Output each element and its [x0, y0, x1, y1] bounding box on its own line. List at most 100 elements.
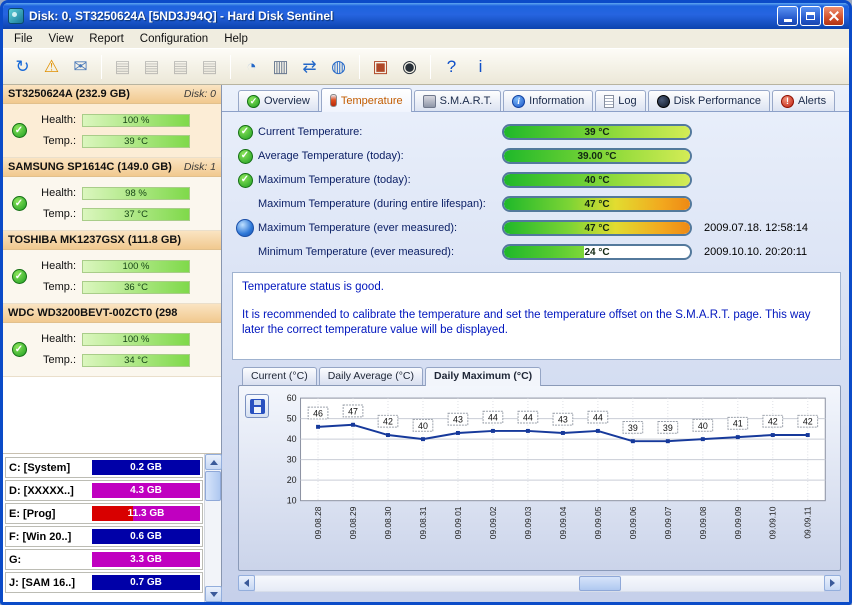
svg-text:42: 42	[768, 417, 778, 427]
surface-test-icon: ◉	[402, 58, 417, 75]
disk-entry[interactable]: SAMSUNG SP1614C (149.0 GB)Disk: 1✓Health…	[3, 158, 221, 231]
refresh-all-button[interactable]: ⇄	[296, 53, 323, 80]
partition-row[interactable]: F: [Win 20..]0.6 GB	[5, 526, 203, 547]
disk-temp-bar: 39 °C	[82, 135, 190, 148]
temperature-bar: 24 °C	[502, 244, 692, 260]
partition-row[interactable]: C: [System]0.2 GB	[5, 457, 203, 478]
hscroll-thumb[interactable]	[579, 576, 621, 591]
scroll-up-button[interactable]	[205, 454, 222, 470]
about-button[interactable]: i	[467, 53, 494, 80]
title-bar[interactable]: Disk: 0, ST3250624A [5ND3J94Q] - Hard Di…	[3, 3, 849, 29]
tab-label: Temperature	[341, 95, 403, 107]
menu-item-report[interactable]: Report	[81, 31, 132, 47]
alerts-icon: !	[781, 95, 794, 108]
toolbar: ↻⚠✉▤▤▤▤◔▥⇄◍▣◉?i	[3, 49, 849, 85]
disk-acoustic-button[interactable]: ▤	[109, 53, 136, 80]
scroll-track[interactable]	[205, 470, 221, 586]
report-problem-button[interactable]: ⚠	[38, 53, 65, 80]
disk-spindown-icon: ▤	[143, 58, 159, 75]
tab-alerts[interactable]: !Alerts	[772, 90, 835, 111]
tab-information[interactable]: iInformation	[503, 90, 593, 111]
svg-text:42: 42	[803, 417, 813, 427]
tab-temperature[interactable]: Temperature	[321, 88, 412, 112]
disk-health-label: Health:	[30, 333, 76, 345]
partition-bar: 3.3 GB	[92, 552, 200, 567]
save-chart-button[interactable]	[245, 394, 269, 418]
chart-scrollbar[interactable]	[238, 575, 841, 592]
hscroll-track[interactable]	[255, 575, 824, 592]
svg-text:09.09.04: 09.09.04	[558, 506, 568, 539]
report-icon: ▥	[272, 58, 288, 75]
world-status-button[interactable]: ◍	[325, 53, 352, 80]
scroll-down-button[interactable]	[205, 586, 222, 602]
disk-temp-row: Temp.:39 °C	[30, 132, 221, 150]
status-ok-icon: ✓	[238, 125, 253, 140]
svg-text:44: 44	[593, 413, 603, 423]
tab-disk-performance[interactable]: Disk Performance	[648, 90, 770, 111]
tab-log[interactable]: Log	[595, 90, 645, 111]
disk-selftest-button[interactable]: ▤	[167, 53, 194, 80]
partition-row[interactable]: J: [SAM 16..]0.7 GB	[5, 572, 203, 593]
temperature-bar-value: 47 °C	[504, 222, 690, 234]
refresh-button[interactable]: ↻	[9, 53, 36, 80]
online-update-button[interactable]: ◔	[238, 53, 265, 80]
partition-label: F: [Win 20..]	[6, 531, 90, 543]
menu-item-view[interactable]: View	[41, 31, 82, 47]
partition-bar: 0.2 GB	[92, 460, 200, 475]
arrow-up-icon	[210, 460, 218, 465]
maximize-button[interactable]	[800, 6, 821, 26]
partition-size: 0.6 GB	[92, 529, 200, 544]
svg-text:40: 40	[418, 421, 428, 431]
close-button[interactable]	[823, 6, 844, 26]
partition-row[interactable]: G:3.3 GB	[5, 549, 203, 570]
configuration-button[interactable]: ▣	[367, 53, 394, 80]
partition-rows: C: [System]0.2 GBD: [XXXXX..]4.3 GBE: [P…	[3, 454, 204, 602]
svg-text:40: 40	[287, 434, 297, 444]
tab-s-m-a-r-t[interactable]: S.M.A.R.T.	[414, 90, 502, 111]
partition-row[interactable]: D: [XXXXX..]4.3 GB	[5, 480, 203, 501]
toolbar-separator	[359, 55, 360, 79]
scroll-thumb[interactable]	[205, 471, 221, 501]
chart-tab-daily-average-c[interactable]: Daily Average (°C)	[319, 367, 423, 385]
disk-spindown-button[interactable]: ▤	[138, 53, 165, 80]
disk-health-bar: 100 %	[82, 114, 190, 127]
menu-item-help[interactable]: Help	[216, 31, 256, 47]
partition-size: 4.3 GB	[92, 483, 200, 498]
menu-item-configuration[interactable]: Configuration	[132, 31, 216, 47]
temperature-row: ✓Current Temperature:39 °C	[232, 120, 849, 144]
partition-row[interactable]: E: [Prog]11.3 GB	[5, 503, 203, 524]
temperature-rows: ✓Current Temperature:39 °C✓Average Tempe…	[222, 112, 849, 264]
send-report-button[interactable]: ✉	[67, 53, 94, 80]
disk-rows: Health:100 %Temp.:36 °C	[30, 254, 221, 299]
surface-test-button[interactable]: ◉	[396, 53, 423, 80]
report-problem-icon: ⚠	[44, 58, 59, 75]
chart-tab-current-c[interactable]: Current (°C)	[242, 367, 317, 385]
minimize-button[interactable]	[777, 6, 798, 26]
menu-item-file[interactable]: File	[6, 31, 41, 47]
partition-bar: 11.3 GB	[92, 506, 200, 521]
disk-temp-bar: 37 °C	[82, 208, 190, 221]
disk-name: WDC WD3200BEVT-00ZCT0 (298	[8, 307, 216, 319]
disk-rows: Health:98 %Temp.:37 °C	[30, 181, 221, 226]
scroll-left-button[interactable]	[238, 575, 255, 591]
disk-entry[interactable]: WDC WD3200BEVT-00ZCT0 (298✓Health:100 %T…	[3, 304, 221, 377]
scroll-right-button[interactable]	[824, 575, 841, 591]
disk-surface-button[interactable]: ▤	[196, 53, 223, 80]
svg-text:39: 39	[628, 423, 638, 433]
temperature-row: Minimum Temperature (ever measured):24 °…	[232, 240, 849, 264]
chart-tab-daily-maximum-c[interactable]: Daily Maximum (°C)	[425, 367, 541, 386]
help-button[interactable]: ?	[438, 53, 465, 80]
disk-temp-bar: 34 °C	[82, 354, 190, 367]
tab-overview[interactable]: ✓Overview	[238, 90, 319, 111]
report-button[interactable]: ▥	[267, 53, 294, 80]
status-ok-icon: ✓	[12, 342, 27, 357]
window-controls	[777, 6, 844, 26]
disk-number: Disk: 0	[184, 88, 216, 100]
disk-health-row: Health:100 %	[30, 111, 221, 129]
disk-entry[interactable]: TOSHIBA MK1237GSX (111.8 GB)✓Health:100 …	[3, 231, 221, 304]
disk-entry[interactable]: ST3250624A (232.9 GB)Disk: 0✓Health:100 …	[3, 85, 221, 158]
log-icon	[604, 95, 614, 108]
partition-scrollbar[interactable]	[204, 454, 221, 602]
disk-list: ST3250624A (232.9 GB)Disk: 0✓Health:100 …	[3, 85, 221, 453]
temperature-row-label: Minimum Temperature (ever measured):	[258, 246, 502, 258]
